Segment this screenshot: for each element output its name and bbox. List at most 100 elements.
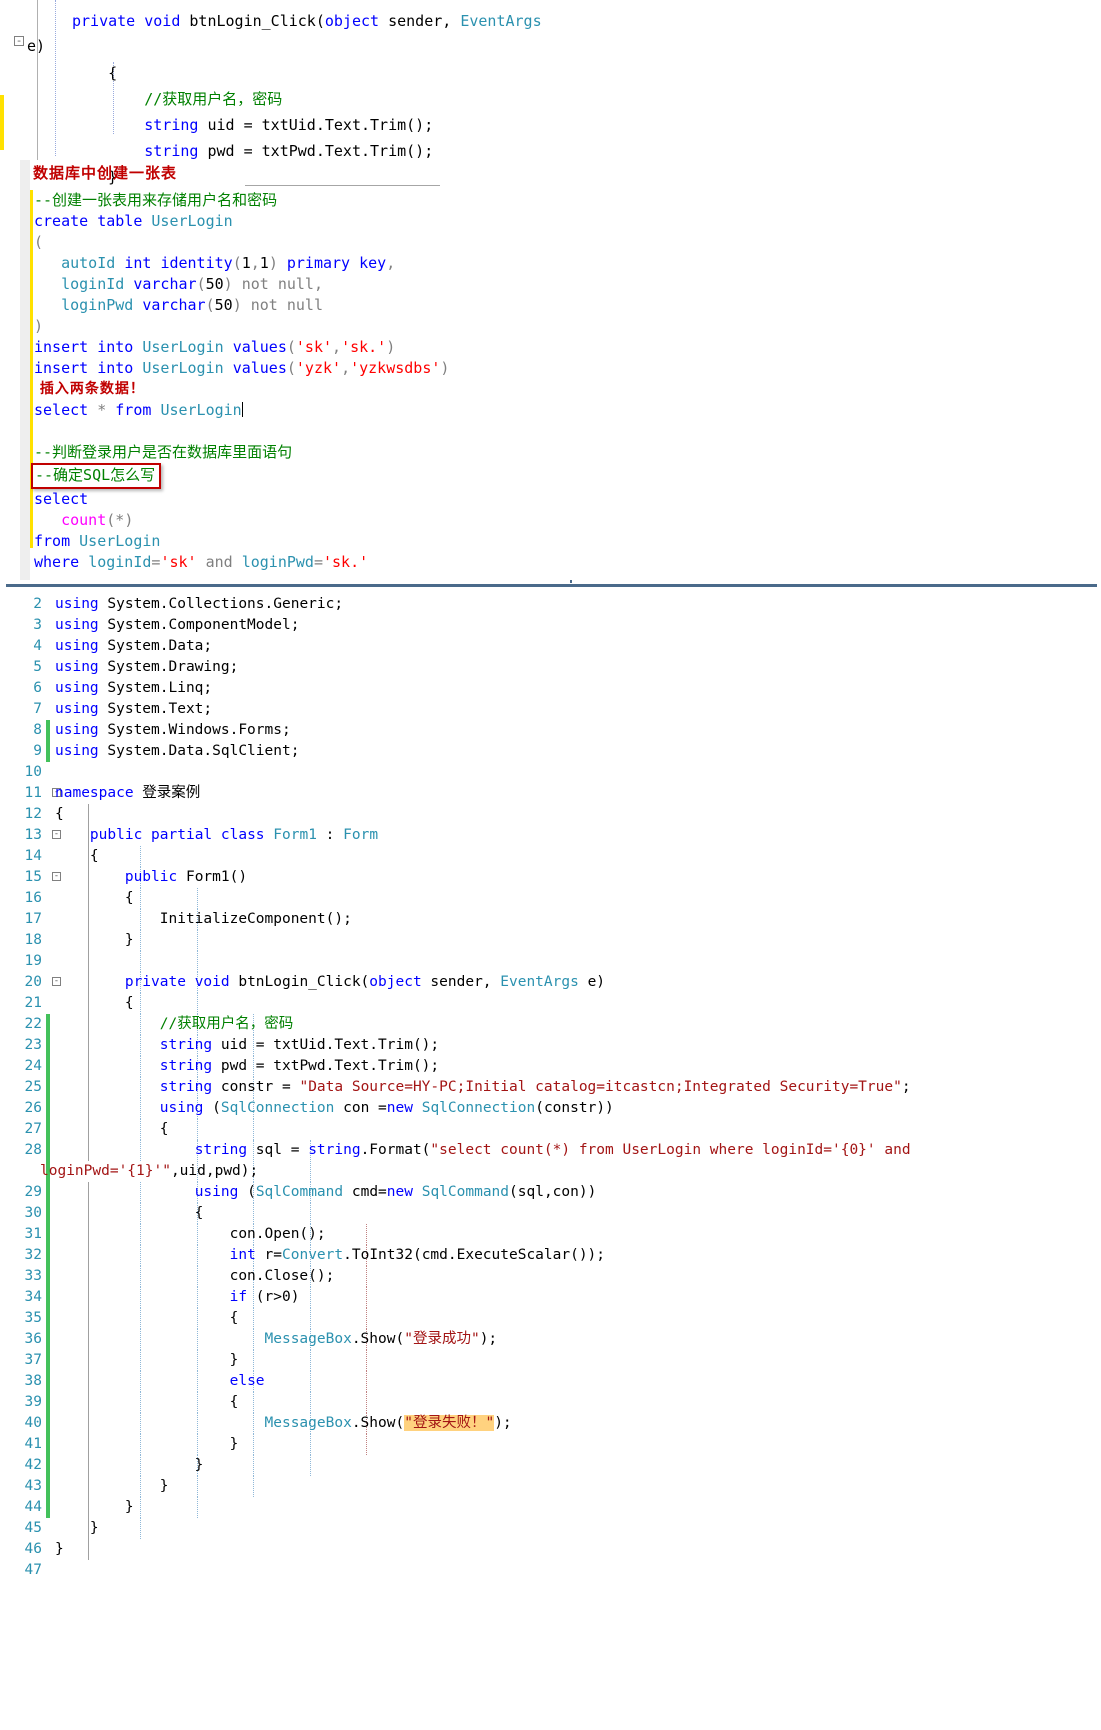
structure-guide [253, 1119, 254, 1140]
code-token: r= [255, 1247, 283, 1263]
code-line[interactable]: 40 MessageBox.Show("登录失败！"); [0, 1413, 1101, 1434]
code-token: con.Close(); [55, 1268, 335, 1284]
code-token: { [55, 1121, 169, 1137]
code-line[interactable]: 11- namespace 登录案例 [0, 783, 1101, 804]
code-token: .Format( [360, 1142, 431, 1158]
code-token: UserLogin [79, 532, 161, 550]
line-number: 15 [24, 869, 42, 885]
code-token: private [72, 12, 145, 30]
code-token: 50 [214, 296, 233, 314]
code-line[interactable]: 30 { [0, 1203, 1101, 1224]
code-line[interactable]: 41 } [0, 1434, 1101, 1455]
line-number: 37 [24, 1352, 42, 1368]
code-token: 'sk' [160, 553, 197, 571]
code-line[interactable]: 37 } [0, 1350, 1101, 1371]
code-token: varchar [142, 296, 206, 314]
code-token: ); [479, 1331, 498, 1347]
code-token: { [55, 1394, 239, 1410]
code-line[interactable]: 23 string uid = txtUid.Text.Trim(); [0, 1035, 1101, 1056]
code-line[interactable]: 27 { [0, 1119, 1101, 1140]
code-line[interactable]: 38 else [0, 1371, 1101, 1392]
code-text: { [55, 1203, 204, 1224]
code-line[interactable]: 4 using System.Data; [0, 636, 1101, 657]
code-line[interactable]: 42 } [0, 1455, 1101, 1476]
code-line[interactable]: 14 { [0, 846, 1101, 867]
code-line[interactable]: 24 string pwd = txtPwd.Text.Trim(); [0, 1056, 1101, 1077]
code-line[interactable]: 8 using System.Windows.Forms; [0, 720, 1101, 741]
code-line[interactable]: 25 string constr = "Data Source=HY-PC;In… [0, 1077, 1101, 1098]
code-token: string [159, 1037, 213, 1053]
line-number: 22 [24, 1016, 42, 1032]
code-token: SqlCommand [421, 1184, 510, 1200]
code-token: count [34, 511, 107, 529]
code-line[interactable]: 36 MessageBox.Show("登录成功"); [0, 1329, 1101, 1350]
code-token: int [229, 1247, 256, 1263]
line-number: 8 [33, 722, 42, 738]
code-line[interactable]: 32 int r=Convert.ToInt32(cmd.ExecuteScal… [0, 1245, 1101, 1266]
highlighted-sql-comment: --确定SQL怎么写 [31, 463, 162, 489]
structure-guide [197, 888, 198, 909]
code-token: System.Linq; [98, 680, 213, 696]
code-line[interactable]: 33 con.Close(); [0, 1266, 1101, 1287]
line-number: 45 [24, 1520, 42, 1536]
structure-guide [140, 1518, 141, 1539]
code-line[interactable]: 5 using System.Drawing; [0, 657, 1101, 678]
code-line[interactable]: 7 using System.Text; [0, 699, 1101, 720]
code-line[interactable]: 9 using System.Data.SqlClient; [0, 741, 1101, 762]
code-token: con = [334, 1100, 387, 1116]
code-line[interactable]: 34 if (r>0) [0, 1287, 1101, 1308]
code-line[interactable]: 18 } [0, 930, 1101, 951]
code-line[interactable]: 15- public Form1() [0, 867, 1101, 888]
code-token: { [55, 806, 64, 822]
code-line[interactable]: 29 using (SqlCommand cmd=new SqlCommand(… [0, 1182, 1101, 1203]
code-line[interactable]: 46} [0, 1539, 1101, 1560]
line-number: 11 [24, 785, 42, 801]
code-token: ) [34, 317, 44, 335]
code-line[interactable]: 13- public partial class Form1 : Form [0, 825, 1101, 846]
code-line[interactable]: 47 [0, 1560, 1101, 1581]
code-line[interactable]: 17 InitializeComponent(); [0, 909, 1101, 930]
code-line[interactable]: 31 con.Open(); [0, 1224, 1101, 1245]
code-token: UserLogin [151, 212, 233, 230]
line-number: 32 [24, 1247, 42, 1263]
code-text: using System.Collections.Generic; [55, 594, 343, 615]
code-line[interactable]: 6 using System.Linq; [0, 678, 1101, 699]
code-line[interactable]: 3 using System.ComponentModel; [0, 615, 1101, 636]
code-line[interactable]: 44 } [0, 1497, 1101, 1518]
code-line[interactable]: 35 { [0, 1308, 1101, 1329]
code-token: System.Collections.Generic; [98, 596, 344, 612]
code-line[interactable]: 20- private void btnLogin_Click(object s… [0, 972, 1101, 993]
code-line[interactable]: 22 //获取用户名，密码 [0, 1014, 1101, 1035]
csharp-code-editor[interactable]: 2 using System.Collections.Generic; 3 using… [0, 594, 1101, 1581]
code-text: private void btnLogin_Click(object sende… [55, 972, 605, 993]
code-line[interactable]: 16 { [0, 888, 1101, 909]
code-line[interactable]: 43 } [0, 1476, 1101, 1497]
code-line[interactable]: 21 { [0, 993, 1101, 1014]
code-token: e) [578, 974, 606, 990]
code-token: SqlConnection [220, 1100, 335, 1116]
code-token: , [250, 254, 260, 272]
structure-guide [253, 1308, 254, 1329]
code-token: 1 [259, 254, 269, 272]
code-line[interactable]: 26 using (SqlConnection con =new SqlConn… [0, 1098, 1101, 1119]
code-text: int r=Convert.ToInt32(cmd.ExecuteScalar(… [55, 1245, 605, 1266]
code-token: MessageBox [264, 1415, 352, 1431]
code-line[interactable]: 12 { [0, 804, 1101, 825]
line-number: 35 [24, 1310, 42, 1326]
code-text: } [55, 1497, 134, 1518]
code-line[interactable]: 45 } [0, 1518, 1101, 1539]
code-text: string uid = txtUid.Text.Trim(); [55, 1035, 439, 1056]
code-line[interactable]: 28 string sql = string.Format("select co… [0, 1140, 1101, 1182]
code-token: } [55, 1499, 134, 1515]
code-line[interactable]: 19 [0, 951, 1101, 972]
line-number: 17 [24, 911, 42, 927]
code-line[interactable]: 39 { [0, 1392, 1101, 1413]
code-text: { [55, 993, 134, 1014]
code-line[interactable]: 10 [0, 762, 1101, 783]
code-line[interactable]: 2 using System.Collections.Generic; [0, 594, 1101, 615]
